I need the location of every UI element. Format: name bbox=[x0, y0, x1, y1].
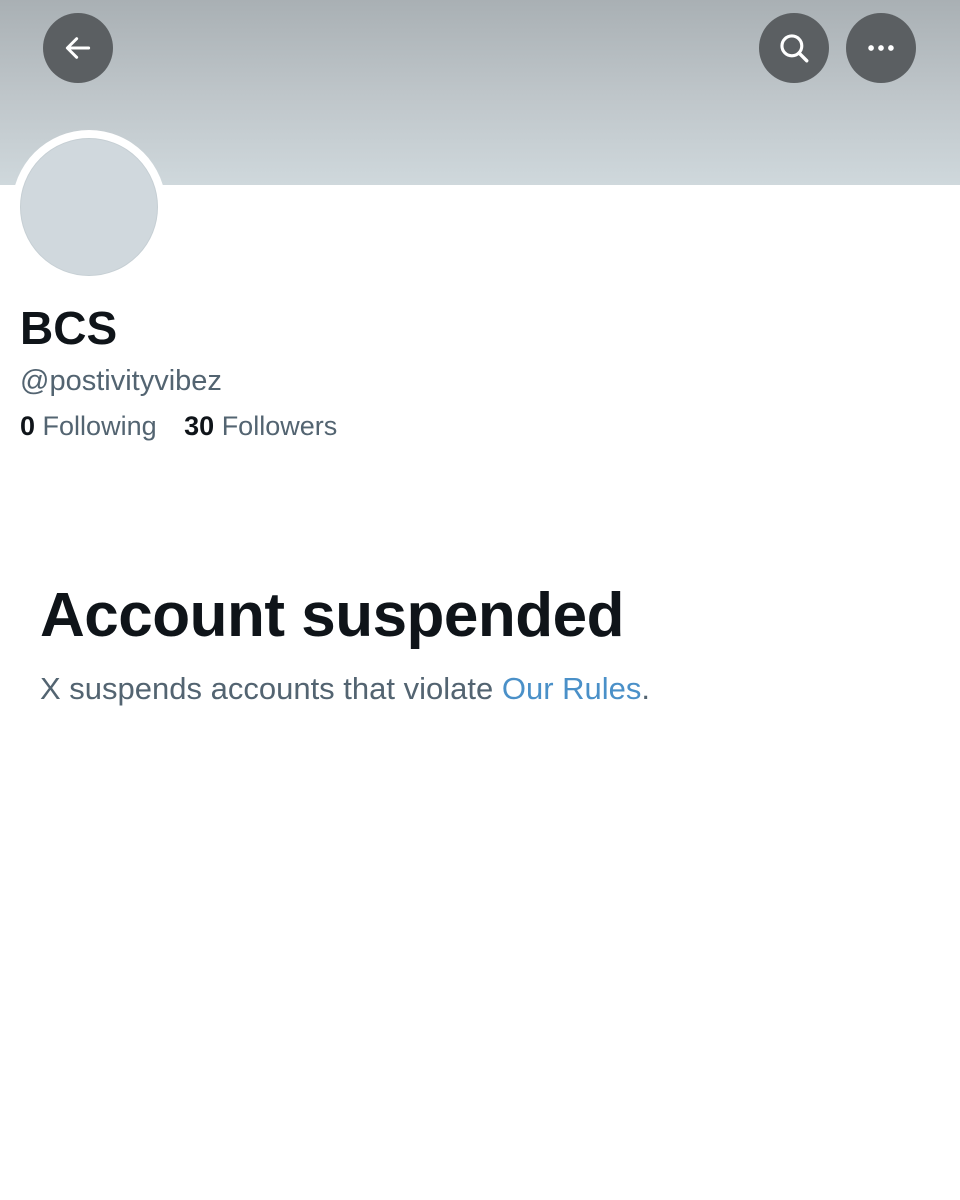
suspended-message-suffix: . bbox=[641, 671, 651, 706]
search-button[interactable] bbox=[759, 13, 829, 83]
following-link[interactable]: 0 Following bbox=[20, 408, 157, 444]
profile-page: BCS @postivityvibez 0 Following 30 Follo… bbox=[0, 0, 960, 1200]
our-rules-link[interactable]: Our Rules bbox=[502, 671, 642, 706]
following-label: Following bbox=[42, 411, 157, 441]
arrow-left-icon bbox=[65, 37, 91, 59]
followers-label: Followers bbox=[221, 411, 338, 441]
avatar-frame bbox=[12, 130, 166, 284]
following-count: 0 bbox=[20, 411, 36, 441]
more-horizontal-icon bbox=[868, 45, 894, 51]
followers-link[interactable]: 30 Followers bbox=[184, 408, 337, 444]
avatar[interactable] bbox=[20, 138, 158, 276]
display-name: BCS bbox=[20, 302, 118, 354]
username-handle: @postivityvibez bbox=[20, 365, 222, 397]
suspended-message-prefix: X suspends accounts that violate bbox=[40, 671, 502, 706]
suspended-title: Account suspended bbox=[40, 581, 625, 650]
search-icon bbox=[780, 34, 809, 63]
follow-stats: 0 Following 30 Followers bbox=[20, 408, 337, 444]
followers-count: 30 bbox=[184, 411, 215, 441]
back-button[interactable] bbox=[43, 13, 113, 83]
more-options-button[interactable] bbox=[846, 13, 916, 83]
suspended-message: X suspends accounts that violate Our Rul… bbox=[40, 668, 650, 710]
